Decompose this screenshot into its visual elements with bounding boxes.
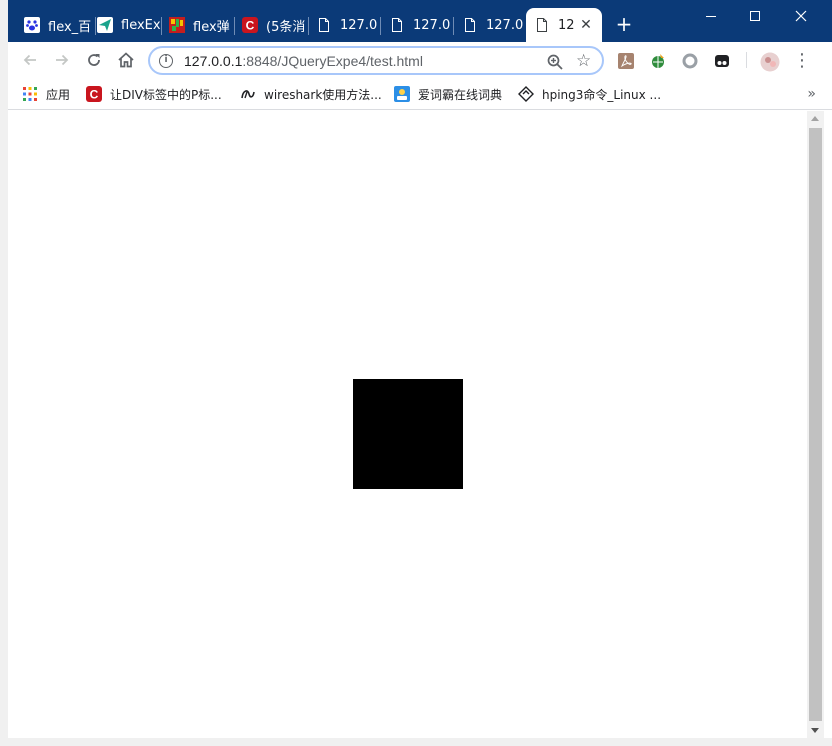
tab-localhost-2[interactable]: 127.0 [381, 8, 454, 42]
back-button[interactable] [18, 48, 42, 72]
home-button[interactable] [114, 48, 138, 72]
tab-csdn[interactable]: C (5条消 [234, 8, 309, 42]
more-bookmarks-icon[interactable]: » [807, 86, 816, 102]
browser-window: flex_百 flexEx flex弹 C (5条消 127.0 127.0 1… [8, 0, 832, 746]
paw-icon [24, 17, 40, 33]
tab-label: (5条消 [266, 19, 306, 35]
bookmark-label: 让DIV标签中的P标... [110, 87, 222, 102]
close-tab-icon[interactable]: ✕ [578, 17, 594, 33]
bookmark-iciba[interactable]: 爱词霸在线词典 [394, 85, 502, 103]
bookmark-label: wireshark使用方法... [264, 87, 382, 102]
tab-label: 127.0 [413, 17, 451, 33]
bookmark-wireshark[interactable]: wireshark使用方法... [240, 85, 382, 103]
zoom-icon[interactable] [546, 53, 564, 71]
globe-download-extension-icon[interactable] [650, 53, 666, 69]
scroll-thumb[interactable] [809, 128, 822, 721]
tab-flex-baidu[interactable]: flex_百 [16, 8, 96, 42]
bookmark-label: hping3命令_Linux ... [542, 87, 662, 102]
tab-active[interactable]: 12 ✕ [526, 8, 602, 42]
apps-grid-icon [23, 87, 37, 101]
menu-button[interactable]: ⋮ [790, 48, 814, 72]
page-icon [389, 17, 405, 33]
colorful-grid-icon [169, 17, 185, 33]
page-icon [462, 17, 478, 33]
paper-plane-icon [97, 17, 113, 33]
window-frame-bottom [8, 738, 832, 746]
new-tab-button[interactable]: + [614, 14, 634, 34]
csdn-c-icon: C [242, 17, 258, 33]
page-icon [316, 17, 332, 33]
tab-label: 127.0 [340, 17, 378, 33]
url-host: 127.0.0.1 [184, 53, 243, 69]
page-viewport [8, 111, 808, 738]
bookmark-hping3[interactable]: hping3命令_Linux ... [518, 85, 661, 103]
maximize-button[interactable] [732, 2, 778, 30]
iciba-icon [394, 86, 410, 102]
tab-localhost-1[interactable]: 127.0 [308, 8, 381, 42]
tab-flexex[interactable]: flexEx [89, 8, 162, 42]
bookmark-label: 爱词霸在线词典 [418, 87, 503, 102]
tab-label: flex弹 [193, 19, 230, 35]
svg-text:C: C [90, 88, 99, 102]
url-path: :8848/JQueryExpe4/test.html [242, 53, 423, 69]
pdf-extension-icon[interactable] [618, 53, 634, 69]
bookmark-apps[interactable]: 应用 [22, 85, 70, 103]
forward-button[interactable] [50, 48, 74, 72]
vertical-scrollbar[interactable] [807, 111, 824, 738]
minimize-button[interactable] [688, 2, 734, 30]
tab-label: 127.0 [486, 17, 524, 33]
home-icon [118, 52, 134, 68]
svg-text:C: C [246, 19, 255, 33]
page-icon [534, 17, 550, 33]
forward-arrow-icon [56, 54, 69, 66]
bookmark-csdn-div[interactable]: C 让DIV标签中的P标... [86, 85, 222, 103]
tab-label: flexEx [121, 17, 161, 33]
url-text[interactable]: 127.0.0.1:8848/JQueryExpe4/test.html [184, 53, 423, 69]
tampermonkey-extension-icon[interactable] [714, 53, 730, 69]
scroll-down-icon[interactable] [811, 728, 819, 733]
address-bar[interactable]: i 127.0.0.1:8848/JQueryExpe4/test.html ☆ [148, 46, 604, 75]
tab-label: flex_百 [48, 19, 92, 35]
tab-localhost-3[interactable]: 127.0 [454, 8, 526, 42]
toolbar-divider [746, 52, 747, 68]
tab-strip: flex_百 flexEx flex弹 C (5条消 127.0 127.0 1… [8, 0, 832, 42]
swirl-logo-icon [241, 90, 255, 99]
bookmark-label: 应用 [46, 87, 71, 102]
bookmark-star-icon[interactable]: ☆ [576, 51, 591, 71]
circle-extension-icon[interactable] [682, 53, 698, 69]
scroll-up-icon[interactable] [811, 116, 819, 121]
back-arrow-icon [23, 54, 36, 66]
black-square-div [353, 379, 463, 489]
tab-flex-popup[interactable]: flex弹 [161, 8, 235, 42]
browser-toolbar: i 127.0.0.1:8848/JQueryExpe4/test.html ☆… [8, 42, 832, 78]
reload-icon [88, 54, 100, 66]
csdn-c-icon: C [86, 86, 102, 102]
reload-button[interactable] [82, 48, 106, 72]
close-window-button[interactable] [778, 2, 824, 30]
profile-avatar[interactable] [760, 52, 780, 72]
diamond-logo-icon [518, 86, 534, 102]
site-info-icon[interactable]: i [159, 54, 173, 68]
bookmarks-bar: 应用 C 让DIV标签中的P标... wireshark使用方法... 爱词霸在… [8, 78, 832, 110]
tab-label: 12 [558, 17, 575, 33]
